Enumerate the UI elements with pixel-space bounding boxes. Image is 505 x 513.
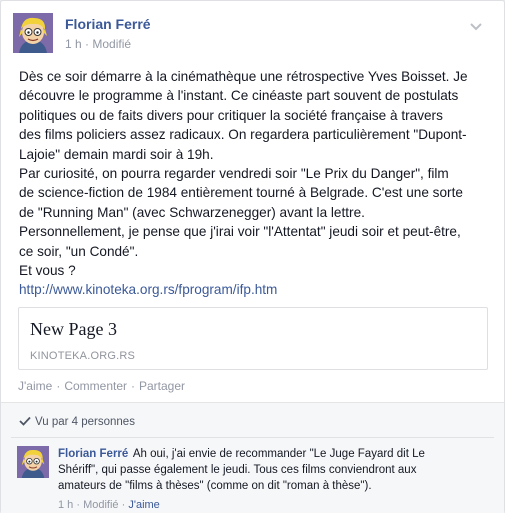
feedback-section: Vu par 4 personnes Florian Ferré Ah oui,… bbox=[1, 403, 504, 513]
cartoon-avatar-icon bbox=[17, 446, 49, 478]
seen-by-label: Vu par 4 personnes bbox=[35, 416, 135, 428]
meta-separator: · bbox=[121, 499, 126, 511]
like-link[interactable]: J'aime bbox=[18, 379, 52, 393]
meta-separator: · bbox=[81, 37, 93, 51]
post-menu-button[interactable] bbox=[469, 19, 483, 31]
comment-meta: 1 h · Modifié · J'aime bbox=[58, 499, 160, 511]
comment-author-name[interactable]: Florian Ferré bbox=[58, 448, 128, 460]
comment-body: Florian Ferré Ah oui, j'ai envie de reco… bbox=[58, 446, 458, 494]
post-author-name[interactable]: Florian Ferré bbox=[65, 16, 151, 32]
link-preview-domain: KINOTEKA.ORG.RS bbox=[30, 350, 136, 362]
chevron-down-icon bbox=[470, 23, 482, 31]
comment-avatar[interactable] bbox=[17, 446, 49, 478]
comments-divider bbox=[11, 437, 494, 438]
share-link[interactable]: Partager bbox=[139, 379, 185, 393]
post-edited-label[interactable]: Modifié bbox=[92, 37, 131, 51]
post-meta: 1 h · Modifié bbox=[65, 37, 131, 51]
post-time[interactable]: 1 h bbox=[65, 37, 82, 51]
comment-like-link[interactable]: J'aime bbox=[128, 499, 159, 511]
meta-separator: · bbox=[76, 499, 81, 511]
post-card: Florian Ferré 1 h · Modifié Dès ce soir … bbox=[0, 0, 505, 513]
cartoon-avatar-icon bbox=[13, 13, 53, 53]
action-separator: · bbox=[131, 379, 135, 393]
link-preview-title[interactable]: New Page 3 bbox=[30, 319, 117, 340]
link-preview-card[interactable]: New Page 3 KINOTEKA.ORG.RS bbox=[18, 307, 488, 370]
author-avatar[interactable] bbox=[13, 13, 53, 53]
post-actions: J'aime · Commenter · Partager bbox=[18, 379, 185, 393]
post-body-text: Dès ce soir démarre à la cinémathèque un… bbox=[19, 69, 468, 279]
action-separator: · bbox=[56, 379, 61, 393]
post-link[interactable]: http://www.kinoteka.org.rs/fprogram/ifp.… bbox=[19, 282, 277, 297]
post-header: Florian Ferré 1 h · Modifié bbox=[13, 13, 483, 57]
comment-link[interactable]: Commenter bbox=[64, 379, 127, 393]
comment-edited-label[interactable]: Modifié bbox=[83, 499, 118, 511]
comment-time[interactable]: 1 h bbox=[58, 499, 73, 511]
seen-by[interactable]: Vu par 4 personnes bbox=[19, 416, 135, 428]
checkmark-icon bbox=[19, 416, 31, 426]
